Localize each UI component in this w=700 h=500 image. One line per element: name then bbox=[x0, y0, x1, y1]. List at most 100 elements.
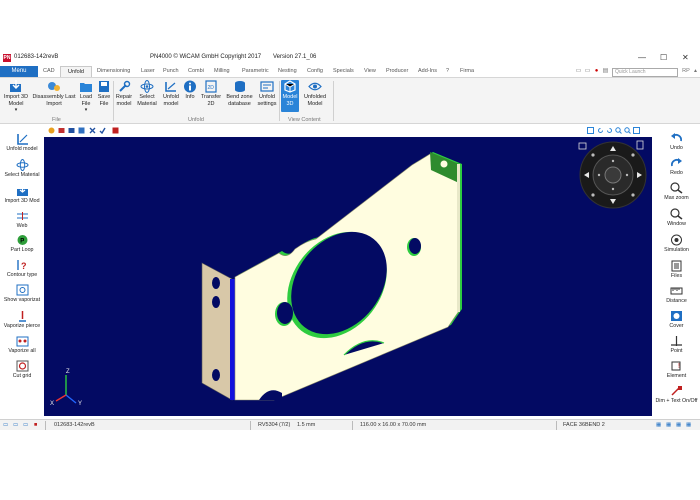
import-3d-model-tool[interactable]: Import 3D Mod bbox=[0, 185, 44, 204]
transfer-2d-button[interactable]: 2D Transfer 2D bbox=[199, 80, 223, 107]
navigation-compass[interactable] bbox=[579, 141, 647, 209]
flag-icon[interactable] bbox=[112, 127, 119, 134]
point-button[interactable]: Point bbox=[653, 335, 700, 354]
folder-icon bbox=[80, 83, 92, 92]
part-loop-tool[interactable]: P Part Loop bbox=[0, 234, 44, 253]
status-window-icon[interactable]: ▭ bbox=[3, 422, 8, 428]
cut-grid-tool-label: Cut grid bbox=[12, 373, 32, 379]
repair-model-button[interactable]: Repair model bbox=[114, 80, 134, 107]
tab-view[interactable]: View bbox=[364, 66, 376, 77]
view-cube-toggle-icon[interactable] bbox=[636, 140, 644, 150]
quick-launch-input[interactable]: Quick Launch bbox=[612, 68, 678, 77]
status-grid-icon[interactable]: ▦ bbox=[676, 422, 681, 428]
check-icon[interactable] bbox=[99, 127, 106, 134]
contour-type-tool[interactable]: ? Contour type bbox=[0, 259, 44, 278]
window-icon[interactable]: ▭ bbox=[575, 68, 582, 75]
minimize-button[interactable]: — bbox=[638, 53, 646, 62]
view-icon[interactable] bbox=[633, 127, 640, 134]
unfolded-model-button[interactable]: Unfolded Model bbox=[301, 80, 329, 107]
files-button[interactable]: Files bbox=[653, 260, 700, 279]
tab-menu[interactable]: Menu bbox=[0, 66, 38, 77]
right-tool-panel: Undo Redo Max zoom Window Simulation Fil… bbox=[653, 130, 700, 417]
redo-button[interactable]: Redo bbox=[653, 157, 700, 176]
vaporize-all-tool[interactable]: Vaporize all bbox=[0, 335, 44, 354]
home-view-icon[interactable] bbox=[578, 142, 587, 150]
small-hole bbox=[409, 238, 421, 254]
element-icon: ! bbox=[671, 361, 681, 371]
close-button[interactable]: ✕ bbox=[682, 53, 689, 62]
tool-icon[interactable] bbox=[58, 127, 65, 134]
tab-combi[interactable]: Combi bbox=[188, 66, 204, 77]
unfold-model-button[interactable]: Unfold model bbox=[160, 80, 182, 107]
tab-milling[interactable]: Milling bbox=[214, 66, 230, 77]
status-grid-icon[interactable]: ▦ bbox=[686, 422, 691, 428]
disassembly-last-import-button[interactable]: Disassembly Last Import bbox=[32, 80, 76, 107]
tab-parametric[interactable]: Parametric bbox=[242, 66, 269, 77]
zoom-out-icon[interactable] bbox=[624, 127, 631, 134]
select-material-button[interactable]: Select Material bbox=[135, 80, 159, 107]
rotate-left-icon[interactable] bbox=[597, 127, 604, 134]
cut-grid-tool[interactable]: Cut grid bbox=[0, 360, 44, 379]
3d-viewport[interactable]: Z Y X bbox=[44, 137, 652, 416]
distance-icon bbox=[670, 287, 683, 295]
status-flag-icon[interactable]: ■ bbox=[34, 422, 37, 428]
tab-punch[interactable]: Punch bbox=[163, 66, 179, 77]
settings-icon bbox=[260, 81, 274, 92]
distance-button[interactable]: Distance bbox=[653, 285, 700, 304]
tab-add-ins[interactable]: Add-Ins bbox=[418, 66, 437, 77]
window-icon[interactable]: ▭ bbox=[584, 68, 591, 75]
element-button[interactable]: ! Element bbox=[653, 360, 700, 379]
status-grid-icon[interactable]: ▦ bbox=[666, 422, 671, 428]
status-window-icon[interactable]: ▭ bbox=[23, 422, 28, 428]
unfold-settings-button[interactable]: Unfold settings bbox=[256, 80, 278, 107]
status-window-icon[interactable]: ▭ bbox=[13, 422, 18, 428]
save-file-button[interactable]: Save File bbox=[96, 80, 112, 107]
grid-icon[interactable] bbox=[78, 127, 85, 134]
cover-button[interactable]: Cover bbox=[653, 310, 700, 329]
file-group-label: File bbox=[52, 117, 61, 123]
chevron-up-icon[interactable]: ▲ bbox=[692, 68, 699, 75]
chevron-down-icon[interactable]: ▾ bbox=[77, 107, 95, 114]
import-3d-model-button[interactable]: Import 3D Model ▾ bbox=[2, 80, 30, 114]
model-3d-button[interactable]: Model 3D bbox=[281, 80, 299, 112]
status-grid-icon[interactable]: ▦ bbox=[656, 422, 661, 428]
frame-icon[interactable] bbox=[587, 127, 594, 134]
undo-button[interactable]: Undo bbox=[653, 132, 700, 151]
record-icon[interactable]: ● bbox=[593, 68, 600, 75]
simulation-button[interactable]: Simulation bbox=[653, 234, 700, 253]
close-icon[interactable] bbox=[89, 127, 96, 134]
settings-icon[interactable]: ▤ bbox=[602, 68, 609, 75]
info-button[interactable]: Info bbox=[183, 80, 197, 101]
load-file-button[interactable]: Load File ▾ bbox=[77, 80, 95, 114]
maximize-button[interactable]: ☐ bbox=[660, 53, 667, 62]
user-initials[interactable]: RP bbox=[681, 68, 691, 75]
import-3d-model-tool-label: Import 3D Mod bbox=[4, 198, 40, 204]
palette-icon[interactable] bbox=[48, 127, 55, 134]
rotate-right-icon[interactable] bbox=[606, 127, 613, 134]
tab-producer[interactable]: Producer bbox=[386, 66, 408, 77]
dim-text-toggle-button[interactable]: Dim + Text On/Off bbox=[653, 385, 700, 404]
tab-dimensioning[interactable]: Dimensioning bbox=[97, 66, 130, 77]
tab-help[interactable]: ? bbox=[446, 66, 449, 77]
tab-nesting[interactable]: Nesting bbox=[278, 66, 297, 77]
tab-specials[interactable]: Specials bbox=[333, 66, 354, 77]
show-vaporization-tool[interactable]: Show vaporizat bbox=[0, 284, 44, 303]
tab-unfold[interactable]: Unfold bbox=[60, 66, 92, 77]
unfold-model-tool[interactable]: Unfold model bbox=[0, 133, 44, 152]
tab-config[interactable]: Config bbox=[307, 66, 323, 77]
model-3d-label: Model 3D bbox=[282, 94, 298, 107]
layers-icon[interactable] bbox=[68, 127, 75, 134]
max-zoom-button[interactable]: Max zoom bbox=[653, 182, 700, 201]
vaporize-pierce-tool[interactable]: Vaporize pierce bbox=[0, 310, 44, 329]
window-zoom-button[interactable]: Window bbox=[653, 208, 700, 227]
tab-firma[interactable]: Firma bbox=[460, 66, 474, 77]
tab-cad[interactable]: CAD bbox=[43, 66, 55, 77]
tab-laser[interactable]: Laser bbox=[141, 66, 155, 77]
bend-zone-database-button[interactable]: Bend zone database bbox=[224, 80, 255, 107]
zoom-in-icon[interactable] bbox=[615, 127, 622, 134]
flange-hole bbox=[212, 296, 220, 308]
atom-icon bbox=[16, 159, 28, 171]
web-tool[interactable]: Web bbox=[0, 210, 44, 229]
chevron-down-icon[interactable]: ▾ bbox=[2, 107, 30, 114]
select-material-tool[interactable]: Select Material bbox=[0, 159, 44, 178]
